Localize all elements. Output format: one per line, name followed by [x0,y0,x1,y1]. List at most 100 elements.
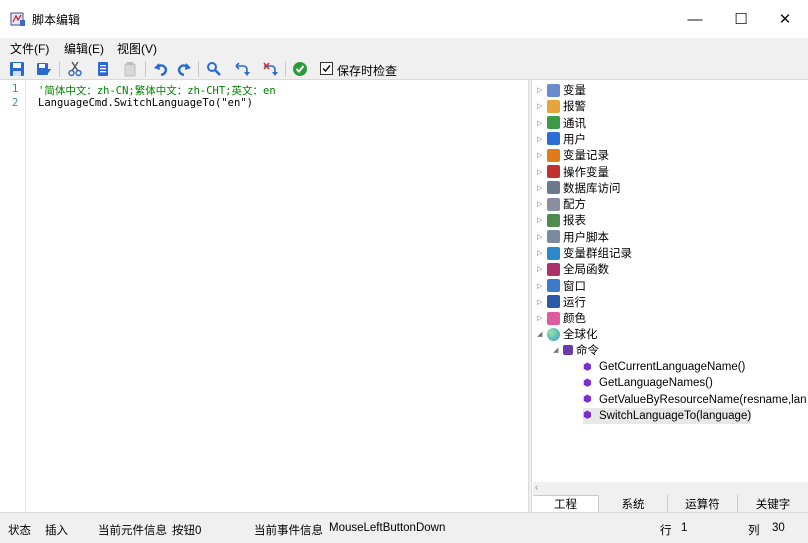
save-as-icon[interactable] [35,60,53,78]
tab-keywords[interactable]: 关键字 [738,495,808,512]
expand-arrow-icon[interactable]: ▷ [537,102,547,110]
tree-node-category[interactable]: ▷ 数据库访问 [537,180,621,196]
toolbar-separator [145,61,146,77]
tree-node-category[interactable]: ▷ 变量记录 [537,147,609,163]
tab-operators[interactable]: 运算符 [668,495,738,512]
tree-node-label: 配方 [563,199,586,212]
tree-node-category[interactable]: ▷ 全局函数 [537,261,609,277]
expand-arrow-icon[interactable]: ▷ [537,168,547,176]
replace-all-icon[interactable] [261,60,279,78]
scroll-left-icon[interactable]: ‹ [535,482,538,492]
expand-arrow-icon[interactable]: ▷ [537,216,547,224]
function-tree[interactable]: ▷ 变量 ▷ 报警 ▷ 通讯 ▷ 用户 ▷ 变量记录 ▷ 操作变量 ▷ 数据库访问 ▷ 配方 ▷ 报表 ▷ 用户脚本 ▷… [533,80,808,482]
tree-node-label: 全球化 [563,329,598,341]
tree-node-label: 用户脚本 [563,231,609,244]
tree-node-label: 操作变量 [563,166,609,179]
maximize-button[interactable]: ☐ [718,0,764,38]
expand-arrow-icon[interactable]: ▷ [537,249,547,257]
tree-node-commands[interactable]: ◢ 命令 [553,342,599,358]
tree-node-command[interactable]: ⬢ GetValueByResourceName(resname,lan [583,392,807,408]
minimize-button[interactable]: — [672,0,718,38]
check-icon[interactable] [291,60,309,78]
category-icon [547,311,560,325]
expand-arrow-icon[interactable]: ▷ [537,119,547,127]
code-line[interactable]: LanguageCmd.SwitchLanguageTo("en") [38,97,253,109]
tab-project[interactable]: 工程 [533,495,599,512]
category-icon [547,246,560,260]
expand-arrow-icon[interactable]: ▷ [537,200,547,208]
undo-icon[interactable] [152,60,170,78]
tree-node-category[interactable]: ▷ 颜色 [537,310,586,326]
expand-arrow-icon[interactable]: ▷ [537,314,547,322]
tree-node-category[interactable]: ▷ 变量群组记录 [537,245,632,261]
line-number: 1 [12,83,19,95]
category-icon [547,83,560,97]
toolbar: 保存时检查 [0,58,808,80]
tree-node-label: 通讯 [563,117,586,130]
tree-node-command[interactable]: ⬢ SwitchLanguageTo(language) [583,407,752,424]
event-info-label: 当前事件信息 [254,525,323,537]
status-value: 插入 [45,525,68,537]
tree-node-label: 颜色 [563,313,586,326]
expand-arrow-icon[interactable]: ▷ [537,184,547,192]
copy-icon[interactable] [94,60,112,78]
collapse-arrow-icon[interactable]: ◢ [553,346,563,354]
element-info-value: 按钮0 [172,525,202,537]
tree-node-category[interactable]: ▷ 报表 [537,212,586,228]
tree-node-label: GetCurrentLanguageName() [599,361,746,373]
expand-arrow-icon[interactable]: ▷ [537,135,547,143]
collapse-arrow-icon[interactable]: ◢ [537,330,547,338]
category-icon [547,213,560,227]
tree-node-category[interactable]: ▷ 用户 [537,131,586,147]
paste-icon[interactable] [121,60,139,78]
tree-node-category[interactable]: ▷ 通讯 [537,115,586,131]
tree-node-label: 命令 [576,345,599,357]
tree-node-globalization[interactable]: ◢ 全球化 [537,326,598,342]
expand-arrow-icon[interactable]: ▷ [537,265,547,273]
expand-arrow-icon[interactable]: ▷ [537,86,547,94]
menu-file[interactable]: 文件(F) [10,40,49,57]
expand-arrow-icon[interactable]: ▷ [537,151,547,159]
tree-node-category[interactable]: ▷ 变量 [537,82,586,98]
tab-system[interactable]: 系统 [599,495,668,512]
tree-node-category[interactable]: ▷ 配方 [537,196,586,212]
tree-node-label: GetLanguageNames() [599,377,713,390]
tree-node-command[interactable]: ⬢ GetCurrentLanguageName() [583,359,745,375]
window-title: 脚本编辑 [32,13,81,27]
toolbar-separator [285,61,286,77]
tree-node-category[interactable]: ▷ 操作变量 [537,164,609,180]
code-editor[interactable]: 1 2 '简体中文：zh-CN;繁体中文：zh-CHT;英文：en Langua… [4,80,527,512]
method-icon: ⬢ [583,361,592,373]
expand-arrow-icon[interactable]: ▷ [537,282,547,290]
find-icon[interactable] [205,60,223,78]
method-icon: ⬢ [583,377,592,389]
panel-splitter[interactable] [528,80,532,512]
save-icon[interactable] [8,60,26,78]
tree-node-category[interactable]: ▷ 窗口 [537,278,586,294]
check-on-save-checkbox[interactable] [320,62,333,75]
method-icon: ⬢ [583,394,592,406]
expand-arrow-icon[interactable]: ▷ [537,298,547,306]
expand-arrow-icon[interactable]: ▷ [537,233,547,241]
tree-node-command[interactable]: ⬢ GetLanguageNames() [583,375,713,391]
tree-node-category[interactable]: ▷ 用户脚本 [537,229,609,245]
tree-node-category[interactable]: ▷ 运行 [537,294,586,310]
category-icon [547,197,560,211]
menu-edit[interactable]: 编辑(E) [64,40,104,57]
category-icon [547,148,560,162]
tree-horizontal-scrollbar[interactable]: ‹ [533,482,808,495]
tree-node-label: 数据库访问 [563,182,621,195]
tree-node-label: 变量记录 [563,150,609,163]
close-button[interactable]: ✕ [762,0,808,38]
toolbar-separator [198,61,199,77]
globe-icon [547,327,560,341]
replace-icon[interactable] [233,60,251,78]
minimize-icon: — [687,10,703,28]
tree-node-category[interactable]: ▷ 报警 [537,98,586,114]
redo-icon[interactable] [175,60,193,78]
method-icon: ⬢ [583,410,592,422]
cut-icon[interactable] [66,60,84,78]
check-on-save-label: 保存时检查 [337,64,398,78]
code-line-comment[interactable]: '简体中文：zh-CN;繁体中文：zh-CHT;英文：en [38,83,276,98]
menu-view[interactable]: 视图(V) [117,40,157,57]
